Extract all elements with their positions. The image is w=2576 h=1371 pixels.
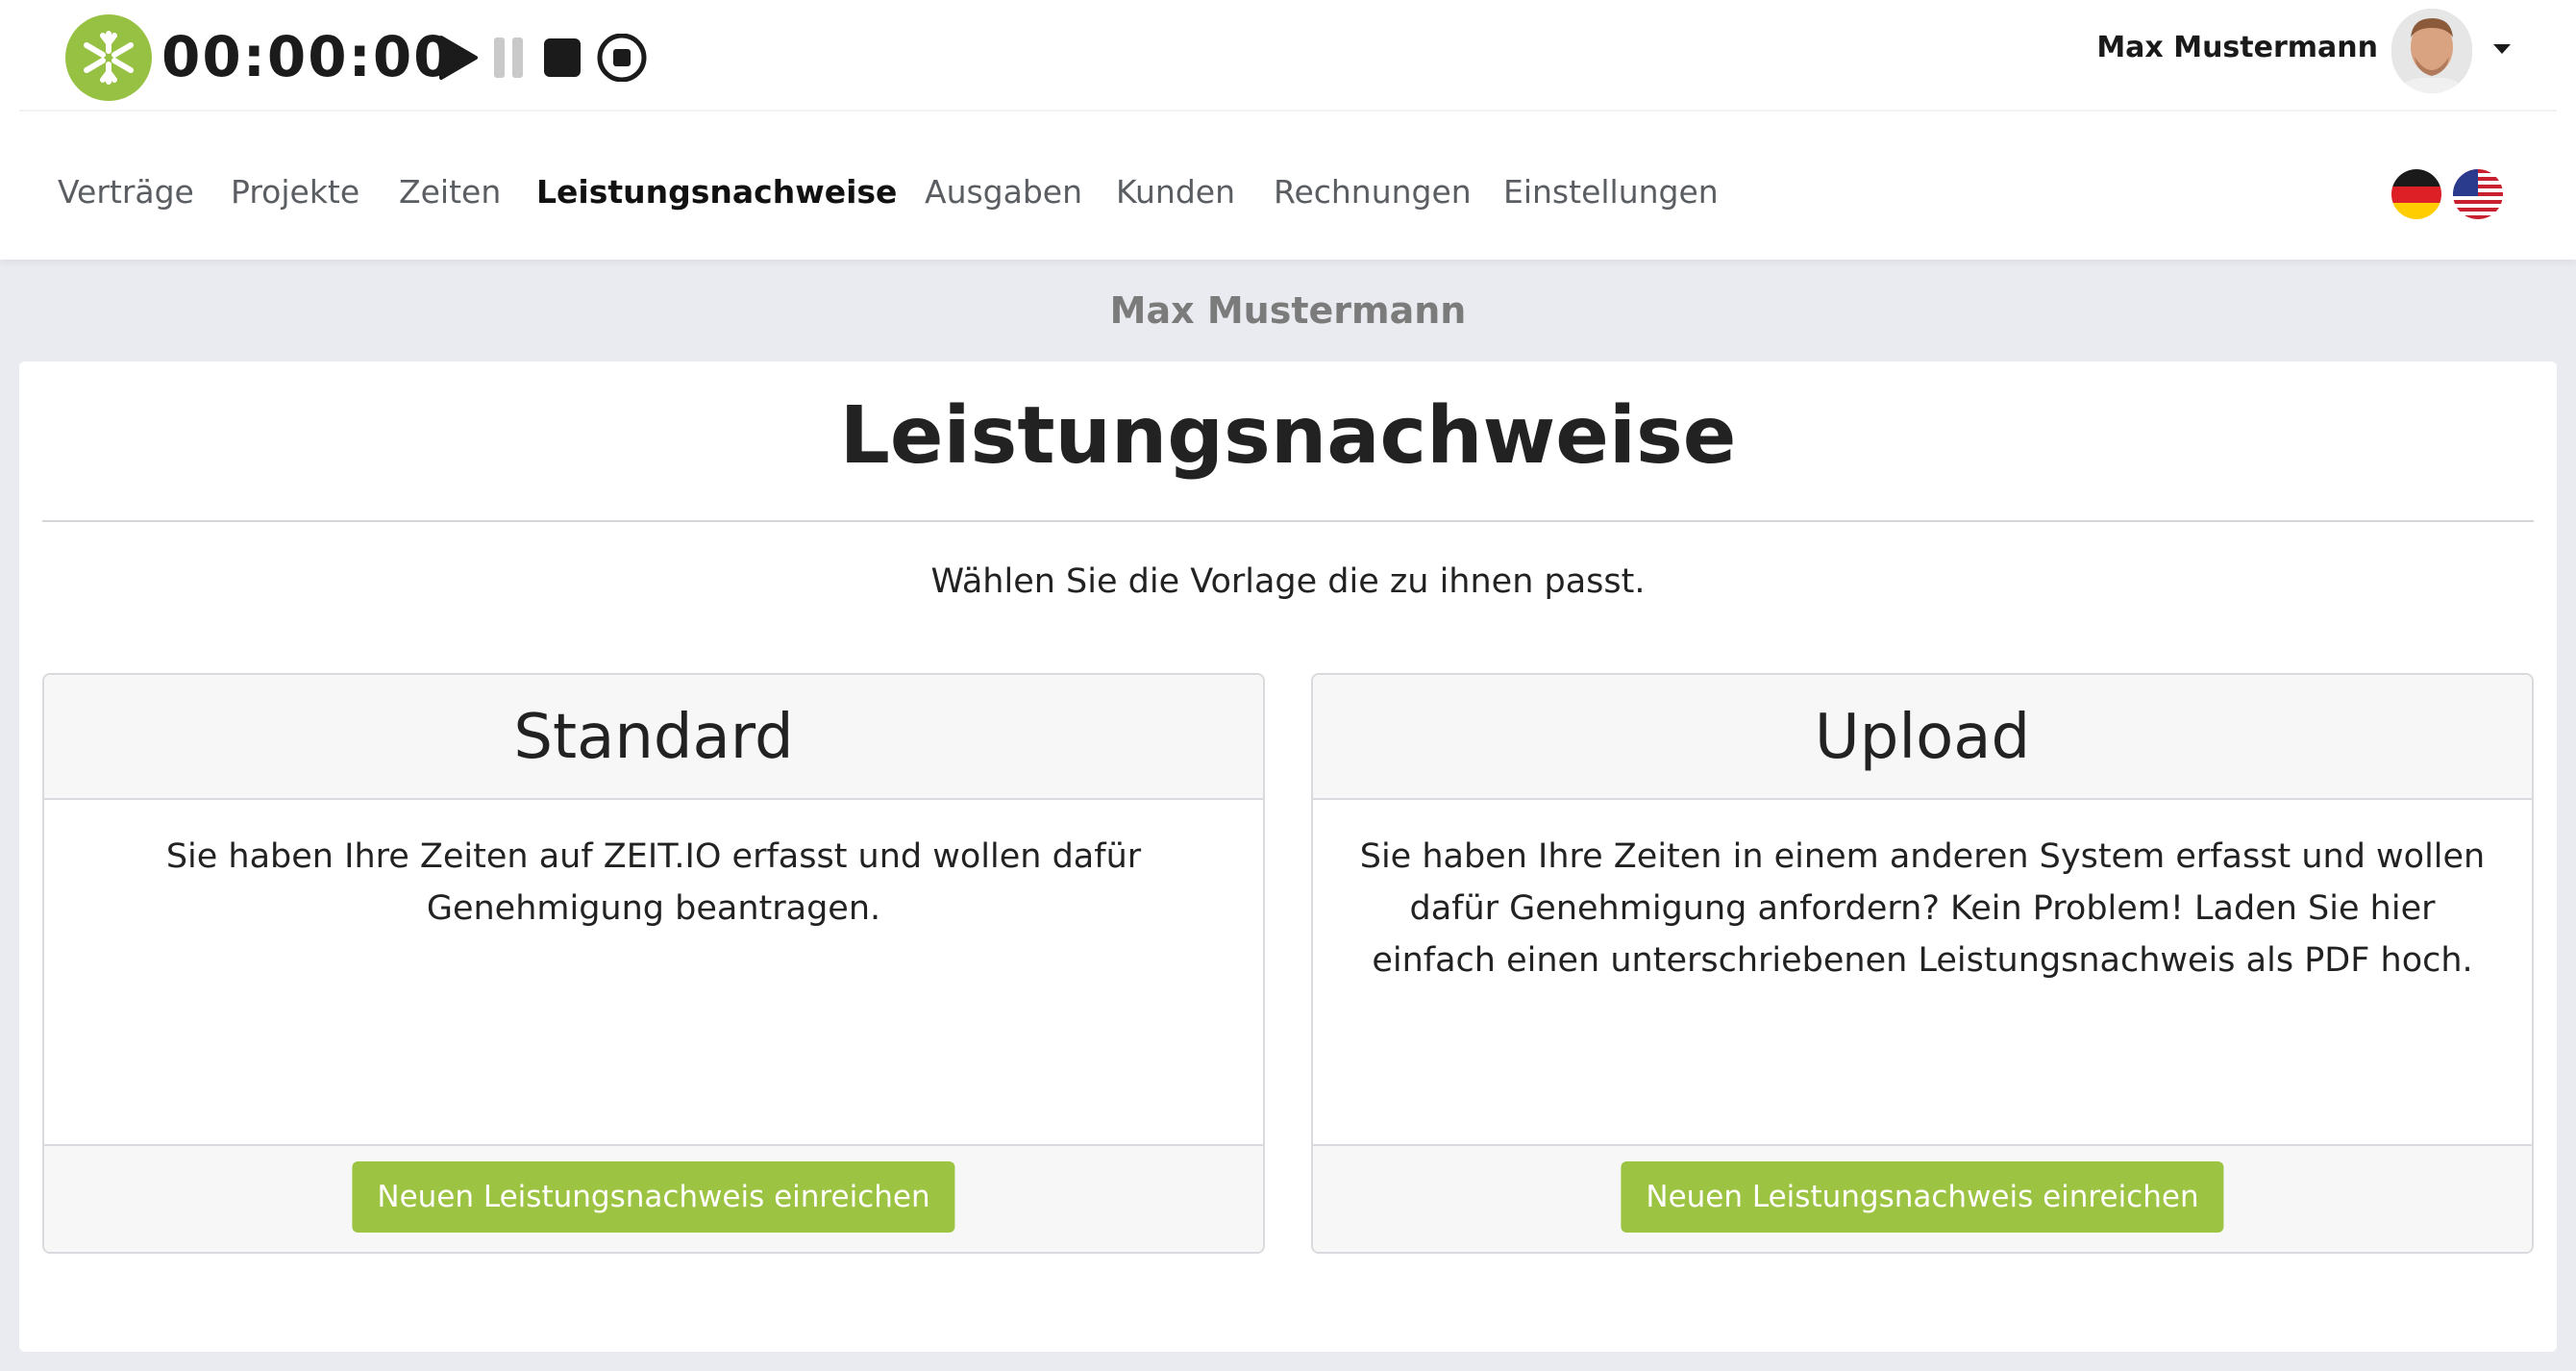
caret-down-icon[interactable] (2491, 41, 2513, 60)
pause-icon[interactable] (492, 34, 527, 82)
submit-upload-button[interactable]: Neuen Leistungsnachweis einreichen (1621, 1161, 2224, 1233)
nav-item-projekte[interactable]: Projekte (231, 163, 359, 221)
nav-item-zeiten[interactable]: Zeiten (399, 163, 501, 221)
card-footer: Neuen Leistungsnachweis einreichen (44, 1144, 1263, 1252)
flag-de-icon[interactable] (2391, 169, 2441, 219)
avatar[interactable] (2391, 9, 2472, 93)
timer-display: 00:00:00 (161, 24, 455, 89)
divider (42, 520, 2534, 522)
card-footer: Neuen Leistungsnachweis einreichen (1313, 1144, 2532, 1252)
user-name[interactable]: Max Mustermann (2096, 29, 2378, 67)
divider (19, 110, 2557, 112)
card-description: Sie haben Ihre Zeiten in einem anderen S… (1359, 837, 2486, 980)
nav-item-ausgaben[interactable]: Ausgaben (925, 163, 1082, 221)
nav-item-leistungsnachweise[interactable]: Leistungsnachweise (536, 163, 897, 221)
stop-circle-icon[interactable] (595, 34, 649, 82)
nav-item-kunden[interactable]: Kunden (1116, 163, 1235, 221)
template-card-upload: Upload Sie haben Ihre Zeiten in einem an… (1311, 673, 2534, 1254)
stop-icon[interactable] (542, 34, 582, 82)
top-navbar: 00:00:00 Max Mustermann Verträge Projekt… (0, 0, 2576, 260)
play-icon[interactable] (437, 34, 480, 82)
nav-item-rechnungen[interactable]: Rechnungen (1274, 163, 1472, 221)
flag-us-icon[interactable] (2453, 169, 2503, 219)
template-card-standard: Standard Sie haben Ihre Zeiten auf ZEIT.… (42, 673, 1265, 1254)
page-subtitle: Wählen Sie die Vorlage die zu ihnen pass… (930, 562, 1646, 601)
nav-item-einstellungen[interactable]: Einstellungen (1503, 163, 1719, 221)
page-title: Leistungsnachweise (839, 390, 1737, 482)
organization-name: Max Mustermann (1109, 289, 1467, 332)
card-description: Sie haben Ihre Zeiten auf ZEIT.IO erfass… (165, 837, 1142, 928)
zeit-io-logo[interactable] (65, 14, 152, 101)
card-title: Standard (44, 675, 1263, 800)
nav-item-vertraege[interactable]: Verträge (58, 163, 194, 221)
submit-standard-button[interactable]: Neuen Leistungsnachweis einreichen (352, 1161, 955, 1233)
card-title: Upload (1313, 675, 2532, 800)
timer-bar: 00:00:00 Max Mustermann (0, 0, 2576, 111)
